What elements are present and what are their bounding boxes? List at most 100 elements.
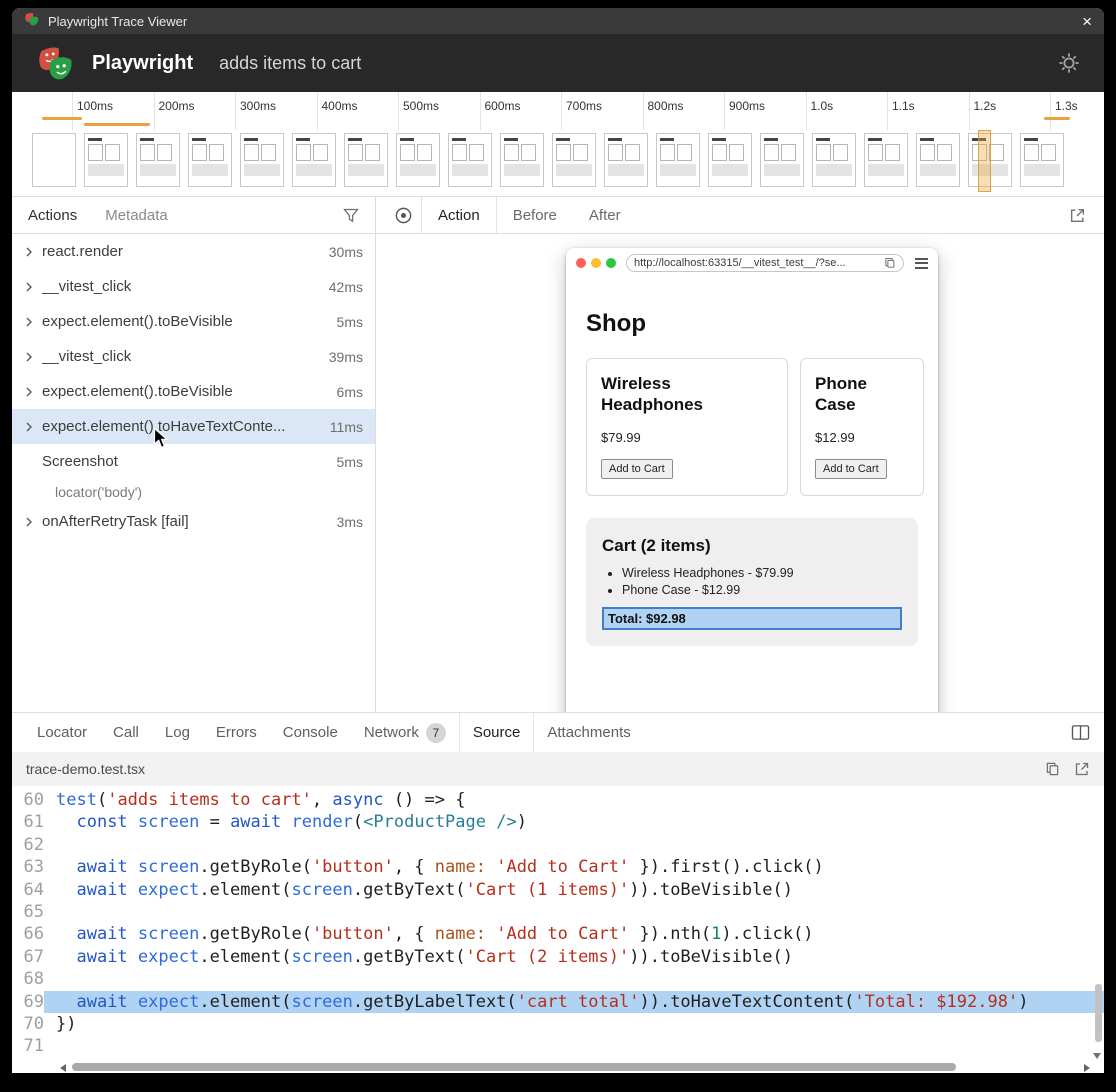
timeline[interactable]: 100ms200ms300ms400ms500ms600ms700ms800ms…: [12, 92, 1104, 197]
add-to-cart-button[interactable]: Add to Cart: [815, 459, 887, 479]
source-code-view[interactable]: 60test('adds items to cart', async () =>…: [12, 786, 1104, 1062]
timeline-tick: [154, 92, 155, 130]
tab-action[interactable]: Action: [421, 197, 497, 233]
pick-locator-icon[interactable]: [394, 206, 413, 225]
tab-console[interactable]: Console: [270, 713, 351, 752]
tab-call[interactable]: Call: [100, 713, 152, 752]
horizontal-scrollbar-thumb[interactable]: [72, 1063, 956, 1071]
main-split: ActionsMetadata react.render30ms__vitest…: [12, 197, 1104, 712]
line-number: 70: [12, 1013, 44, 1035]
action-item[interactable]: Screenshot 5ms: [12, 444, 375, 479]
filmstrip-thumbnail[interactable]: [864, 133, 908, 187]
tab-locator[interactable]: Locator: [24, 713, 100, 752]
action-item[interactable]: expect.element().toHaveTextConte...11ms: [12, 409, 375, 444]
filmstrip-thumbnail[interactable]: [812, 133, 856, 187]
open-source-external-icon[interactable]: [1074, 761, 1090, 777]
line-number: 69: [12, 991, 44, 1013]
split-view-icon[interactable]: [1071, 724, 1090, 741]
vertical-scrollbar-thumb[interactable]: [1095, 984, 1102, 1042]
code-line: 64 await expect.element(screen.getByText…: [12, 879, 1104, 901]
tab-network[interactable]: Network7: [351, 713, 459, 752]
filmstrip-thumbnail[interactable]: [292, 133, 336, 187]
filmstrip-thumbnail[interactable]: [760, 133, 804, 187]
code-lines: 60test('adds items to cart', async () =>…: [12, 789, 1104, 1058]
filmstrip-thumbnail[interactable]: [1020, 133, 1064, 187]
scroll-right-arrow-icon[interactable]: [1084, 1064, 1090, 1072]
filmstrip-thumbnail[interactable]: [552, 133, 596, 187]
add-to-cart-button[interactable]: Add to Cart: [601, 459, 673, 479]
tab-log[interactable]: Log: [152, 713, 203, 752]
snapshot-tab-strip: ActionBeforeAfter: [376, 197, 1104, 234]
filmstrip-thumbnail[interactable]: [32, 133, 76, 187]
line-number: 62: [12, 834, 44, 856]
tab-source[interactable]: Source: [459, 713, 535, 752]
product-price: $79.99: [601, 430, 773, 445]
timeline-tick: [887, 92, 888, 130]
code-line: 67 await expect.element(screen.getByText…: [12, 946, 1104, 968]
filmstrip-thumbnail[interactable]: [448, 133, 492, 187]
action-item[interactable]: react.render30ms: [12, 234, 375, 269]
filmstrip-thumbnail[interactable]: [604, 133, 648, 187]
timeline-duration-bar: [42, 117, 82, 120]
open-snapshot-external-icon[interactable]: [1069, 207, 1086, 224]
action-item[interactable]: onAfterRetryTask [fail]3ms: [12, 504, 375, 539]
menu-icon[interactable]: [915, 258, 928, 269]
filmstrip-thumbnail[interactable]: [656, 133, 700, 187]
chevron-right-icon: [20, 517, 38, 527]
product-card: Phone Case$12.99Add to Cart: [800, 358, 924, 496]
code-line: 69 await expect.element(screen.getByLabe…: [12, 991, 1104, 1013]
action-item[interactable]: __vitest_click39ms: [12, 339, 375, 374]
timeline-tick: [1050, 92, 1051, 130]
tab-attachments[interactable]: Attachments: [534, 713, 643, 752]
filmstrip-thumbnail[interactable]: [396, 133, 440, 187]
chevron-right-icon: [20, 282, 38, 292]
url-text: http://localhost:63315/__vitest_test__/?…: [634, 257, 879, 269]
timeline-label: 500ms: [403, 99, 439, 113]
tab-before[interactable]: Before: [497, 197, 573, 233]
cart-title: Cart (2 items): [602, 536, 902, 556]
line-number: 60: [12, 789, 44, 811]
tab-after[interactable]: After: [573, 197, 637, 233]
line-number: 66: [12, 923, 44, 945]
tab-errors[interactable]: Errors: [203, 713, 270, 752]
code-line: 66 await screen.getByRole('button', { na…: [12, 923, 1104, 945]
filmstrip-thumbnail[interactable]: [136, 133, 180, 187]
filmstrip-thumbnail[interactable]: [188, 133, 232, 187]
copy-source-icon[interactable]: [1045, 761, 1060, 777]
window-title: Playwright Trace Viewer: [48, 14, 187, 29]
action-duration: 5ms: [329, 454, 363, 470]
tab-actions[interactable]: Actions: [28, 207, 77, 224]
timeline-tick: [969, 92, 970, 130]
cart-section: Cart (2 items) Wireless Headphones - $79…: [586, 518, 918, 646]
code-line: 70}): [12, 1013, 1104, 1035]
cart-item-list: Wireless Headphones - $79.99Phone Case -…: [602, 566, 902, 597]
action-duration: 6ms: [329, 384, 363, 400]
address-bar: http://localhost:63315/__vitest_test__/?…: [626, 254, 904, 272]
filmstrip-thumbnail[interactable]: [916, 133, 960, 187]
code-line: 60test('adds items to cart', async () =>…: [12, 789, 1104, 811]
filmstrip-thumbnail[interactable]: [84, 133, 128, 187]
scroll-left-arrow-icon[interactable]: [60, 1064, 66, 1072]
tab-metadata[interactable]: Metadata: [105, 207, 168, 224]
scroll-down-arrow-icon[interactable]: [1093, 1053, 1101, 1059]
horizontal-scrollbar[interactable]: [12, 1062, 1104, 1073]
action-item[interactable]: expect.element().toBeVisible 6ms: [12, 374, 375, 409]
filmstrip-thumbnail[interactable]: [344, 133, 388, 187]
line-number: 71: [12, 1035, 44, 1057]
traffic-light-maximize-icon: [606, 258, 616, 268]
filmstrip-thumbnail[interactable]: [708, 133, 752, 187]
action-item[interactable]: expect.element().toBeVisible5ms: [12, 304, 375, 339]
timeline-label: 300ms: [240, 99, 276, 113]
action-item[interactable]: __vitest_click42ms: [12, 269, 375, 304]
timeline-label: 400ms: [322, 99, 358, 113]
action-label: Screenshot: [42, 453, 118, 470]
filter-icon[interactable]: [343, 208, 359, 223]
code-line: 62: [12, 834, 1104, 856]
filmstrip-thumbnail[interactable]: [240, 133, 284, 187]
action-label: expect.element().toBeVisible: [42, 383, 233, 400]
close-icon[interactable]: ×: [1082, 13, 1092, 30]
copy-url-icon[interactable]: [884, 257, 896, 269]
settings-gear-icon[interactable]: [1058, 52, 1080, 74]
code-line: 65: [12, 901, 1104, 923]
filmstrip-thumbnail[interactable]: [500, 133, 544, 187]
